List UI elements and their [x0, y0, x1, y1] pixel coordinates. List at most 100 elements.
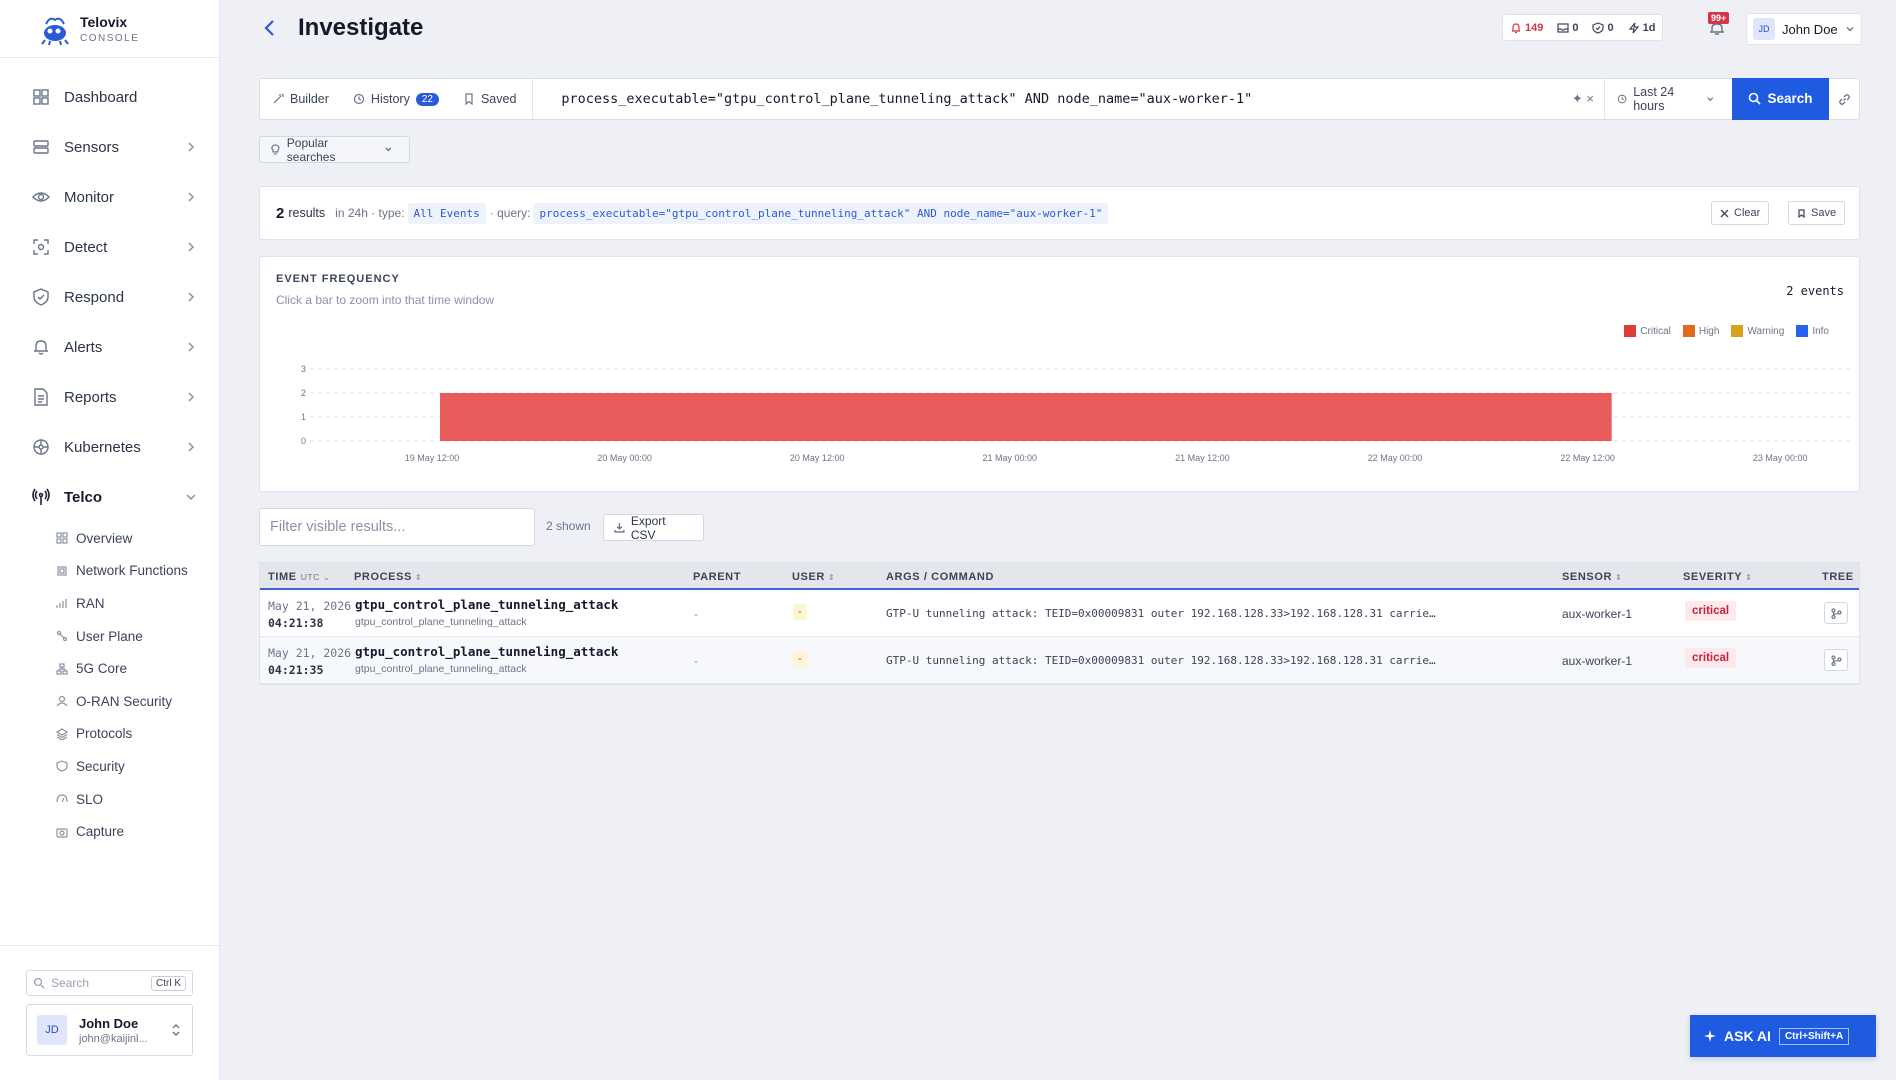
process-tree-button[interactable]	[1824, 602, 1848, 624]
query-input[interactable]: process_executable="gtpu_control_plane_t…	[533, 91, 1571, 107]
clear-button[interactable]: Clear	[1711, 201, 1770, 225]
alerts-counter[interactable]: 149	[1503, 15, 1550, 40]
event-frequency-chart: EVENT FREQUENCY Click a bar to zoom into…	[259, 256, 1860, 492]
row-sensor[interactable]: aux-worker-1	[1562, 607, 1632, 621]
copy-link-button[interactable]	[1829, 79, 1859, 119]
column-user[interactable]: USER ⇕	[792, 571, 835, 583]
brand-name: Telovix	[80, 13, 128, 30]
process-tree-button[interactable]	[1824, 649, 1848, 671]
bell-icon	[1512, 22, 1520, 33]
severity-badge: critical	[1685, 648, 1737, 668]
save-label: Save	[1811, 207, 1837, 219]
result-count: 2	[276, 204, 285, 222]
subnav-item-overview[interactable]: Overview	[56, 522, 219, 555]
nav-item-monitor[interactable]: Monitor	[0, 172, 219, 222]
subnav-item-oran-security[interactable]: O-RAN Security	[56, 685, 219, 718]
ask-ai-button[interactable]: ASK AI Ctrl+Shift+A	[1690, 1015, 1876, 1057]
column-severity[interactable]: SEVERITY ⇕	[1683, 571, 1753, 583]
nav-item-dashboard[interactable]: Dashboard	[0, 72, 219, 122]
notifications-button[interactable]: 99+	[1706, 12, 1736, 40]
row-sensor[interactable]: aux-worker-1	[1562, 654, 1632, 668]
user-menu[interactable]: JD John Doe john@kaijinl...	[26, 1004, 193, 1056]
brand[interactable]: Telovix CONSOLE	[0, 0, 219, 58]
export-csv-button[interactable]: Export CSV	[603, 514, 704, 542]
tab-label: Builder	[290, 92, 329, 106]
popular-searches-dropdown[interactable]: Popular searches	[259, 135, 410, 164]
chevron-right-icon	[188, 192, 195, 202]
tab-history[interactable]: History 22	[341, 79, 451, 119]
chevron-down-icon	[1846, 27, 1854, 32]
subnav-item-5g-core[interactable]: 5G Core	[56, 652, 219, 685]
nav-item-alerts[interactable]: Alerts	[0, 322, 219, 372]
row-process[interactable]: gtpu_control_plane_tunneling_attack	[355, 644, 618, 659]
save-button[interactable]: Save	[1788, 201, 1846, 225]
column-time[interactable]: TIME UTC ⌄	[268, 571, 330, 583]
column-args: ARGS / COMMAND	[886, 571, 994, 583]
time-range-select[interactable]: Last 24 hours	[1604, 79, 1732, 119]
user-dropdown[interactable]: JD John Doe	[1746, 13, 1862, 45]
table-row[interactable]: May 21, 2026 04:21:38 gtpu_control_plane…	[260, 590, 1859, 637]
column-process[interactable]: PROCESS ⇕	[354, 571, 422, 583]
column-sensor[interactable]: SENSOR ⇕	[1562, 571, 1622, 583]
shield-check-icon	[1592, 21, 1605, 34]
sidebar: Telovix CONSOLE Dashboard Sensors Monito…	[0, 0, 220, 1080]
nav-item-detect[interactable]: Detect	[0, 222, 219, 272]
history-count-badge: 22	[415, 92, 439, 106]
filter-results-input[interactable]: Filter visible results...	[259, 508, 535, 546]
sidebar-search[interactable]: Search Ctrl K	[26, 970, 193, 996]
status-counters: 149 0 0 1d	[1502, 14, 1664, 41]
results-summary: 2 results in 24h · type: All Events · qu…	[259, 186, 1860, 240]
nav-item-telco[interactable]: Telco	[0, 472, 219, 522]
nav-item-reports[interactable]: Reports	[0, 372, 219, 422]
y-tick-label: 2	[301, 388, 306, 398]
lightbulb-icon	[271, 144, 280, 155]
subnav-item-security[interactable]: Security	[56, 750, 219, 783]
subnav-item-user-plane[interactable]: User Plane	[56, 620, 219, 653]
policy-count: 0	[1607, 21, 1614, 34]
row-process[interactable]: gtpu_control_plane_tunneling_attack	[355, 597, 618, 612]
user-name: John Doe	[79, 1015, 139, 1031]
subnav-label: Protocols	[76, 726, 133, 742]
chevron-up-down-icon	[172, 1024, 180, 1036]
subnav-item-capture[interactable]: Capture	[56, 815, 219, 848]
chart-plot[interactable]: 0 1 2 3 19 May 12:00 20 May 00:00 20 May 12:00…	[260, 257, 1861, 493]
table-row[interactable]: May 21, 2026 04:21:35 gtpu_control_plane…	[260, 637, 1859, 684]
row-parent: -	[694, 607, 698, 621]
subnav-item-slo[interactable]: SLO	[56, 783, 219, 816]
row-time: 04:21:38	[268, 616, 324, 630]
nav-item-sensors[interactable]: Sensors	[0, 122, 219, 172]
shortcut-hint: Ctrl+Shift+A	[1778, 1027, 1850, 1045]
nav-item-respond[interactable]: Respond	[0, 272, 219, 322]
query-bar: Builder History 22 Saved process_executa…	[259, 77, 1860, 120]
nav-label: Detect	[64, 238, 108, 256]
nav-item-kubernetes[interactable]: Kubernetes	[0, 422, 219, 472]
range-counter[interactable]: 1d	[1621, 15, 1663, 40]
history-icon	[353, 93, 365, 105]
incidents-count: 0	[1572, 21, 1579, 34]
popular-searches-label: Popular searches	[286, 135, 336, 164]
search-button[interactable]: Search	[1732, 77, 1829, 120]
nav-label: Respond	[64, 288, 125, 306]
row-date: May 21, 2026	[268, 646, 352, 660]
incidents-counter[interactable]: 0	[1550, 15, 1585, 40]
type-chip: All Events	[407, 202, 486, 224]
chevron-right-icon	[188, 242, 195, 252]
back-arrow-icon[interactable]	[262, 18, 278, 38]
subnav-item-ran[interactable]: RAN	[56, 587, 219, 620]
x-tick-label: 22 May 00:00	[1368, 453, 1423, 463]
search-icon	[33, 977, 45, 989]
tab-builder[interactable]: Builder	[260, 79, 341, 119]
chart-bar[interactable]	[440, 393, 1612, 441]
subnav-item-network-functions[interactable]: Network Functions	[56, 555, 219, 588]
tab-saved[interactable]: Saved	[451, 79, 528, 119]
x-tick-label: 20 May 00:00	[597, 453, 652, 463]
subnav-label: Network Functions	[76, 563, 188, 579]
page-header: Investigate 149 0 0 1d 99+ JD John Doe	[220, 0, 1896, 58]
column-tree: TREE	[1822, 571, 1854, 583]
range-type-label: in 24h · type:	[335, 206, 405, 220]
subnav-item-protocols[interactable]: Protocols	[56, 718, 219, 751]
query-clear-button[interactable]: ✦ ×	[1572, 91, 1604, 107]
tree-icon	[1830, 607, 1842, 619]
sort-icon: ⇕	[1615, 572, 1623, 582]
policy-counter[interactable]: 0	[1585, 15, 1620, 40]
